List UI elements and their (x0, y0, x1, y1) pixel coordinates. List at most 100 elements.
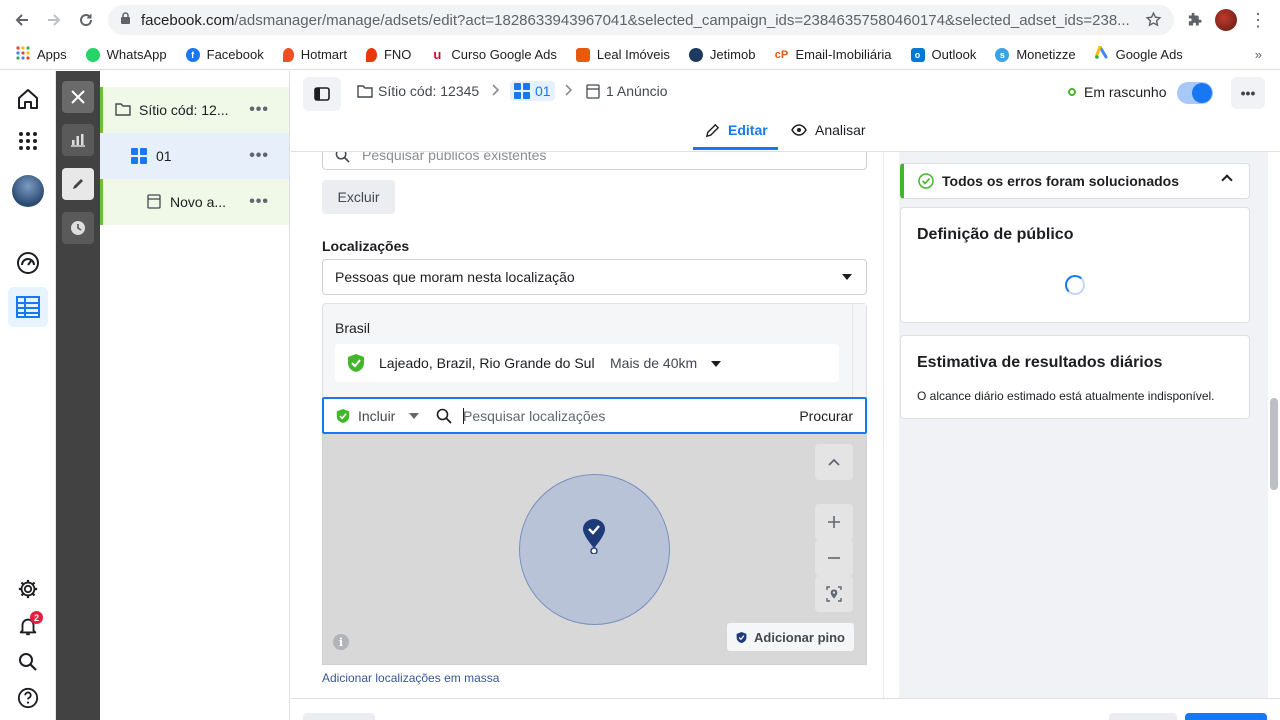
history-clock-icon[interactable] (62, 212, 94, 244)
scrollbar-thumb[interactable] (1270, 398, 1278, 490)
bookmark-fno[interactable]: FNO (365, 47, 411, 62)
zoom-out-icon[interactable] (815, 540, 853, 576)
location-search-bar: Incluir Procurar (322, 397, 867, 434)
leal-icon (575, 47, 590, 62)
breadcrumb-campaign[interactable]: Sítio cód: 12345 (357, 83, 479, 99)
more-options-icon[interactable]: ••• (249, 101, 269, 119)
footer-close-button[interactable] (303, 713, 375, 720)
bookmarks-overflow-icon[interactable]: » (1255, 47, 1262, 62)
extensions-icon[interactable] (1184, 9, 1204, 31)
adset-toggle[interactable] (1177, 82, 1213, 104)
notifications-bell-icon[interactable]: 2 (8, 606, 48, 646)
more-options-icon[interactable]: ••• (249, 147, 269, 165)
daily-estimate-card: Estimativa de resultados diários O alcan… (900, 335, 1250, 419)
active-tab-indicator (693, 147, 778, 150)
back-icon[interactable] (11, 9, 33, 31)
location-chip[interactable]: Lajeado, Brazil, Rio Grande do Sul Mais … (335, 344, 839, 382)
check-circle-icon (918, 173, 934, 189)
chevron-up-icon[interactable] (1221, 174, 1233, 186)
audience-definition-card: Definição de público (900, 207, 1250, 323)
bookmark-hotmart[interactable]: Hotmart (282, 47, 347, 62)
home-icon[interactable] (8, 79, 48, 119)
map-pin-icon[interactable] (582, 518, 606, 557)
search-button[interactable]: Procurar (799, 408, 853, 424)
search-locations-input[interactable] (463, 405, 783, 427)
tree-item-adset[interactable]: 01 ••• (100, 133, 289, 179)
help-icon[interactable] (8, 678, 48, 718)
bookmark-jetimob[interactable]: Jetimob (688, 47, 755, 62)
ad-document-icon (147, 194, 161, 212)
hotmart-icon (282, 47, 294, 62)
bookmark-email-imobiliaria[interactable]: cP Email-Imobiliária (774, 47, 892, 62)
include-dropdown[interactable]: Incluir (336, 408, 395, 424)
forward-icon[interactable] (43, 9, 65, 31)
bookmark-star-icon[interactable] (1145, 11, 1162, 31)
bookmark-whatsapp[interactable]: WhatsApp (85, 47, 167, 62)
footer-back-button[interactable] (1109, 713, 1177, 720)
summary-column: Todos os erros foram solucionados Defini… (899, 152, 1280, 698)
include-label: Incluir (358, 408, 396, 424)
locations-heading: Localizações (322, 238, 410, 254)
bookmark-curso-google-ads[interactable]: u Curso Google Ads (430, 47, 557, 62)
bookmark-google-ads[interactable]: Google Ads (1094, 45, 1183, 63)
info-icon[interactable]: i (333, 634, 349, 650)
zoom-in-icon[interactable] (815, 504, 853, 540)
location-map[interactable]: i Adicionar pino (322, 434, 867, 665)
daily-estimate-description: O alcance diário estimado está atualment… (917, 389, 1215, 403)
toggle-panel-icon[interactable] (303, 77, 341, 111)
location-type-select[interactable]: Pessoas que moram nesta localização (322, 259, 867, 295)
bookmark-monetizze[interactable]: s Monetizze (995, 47, 1076, 62)
bookmark-outlook[interactable]: o Outlook (910, 47, 977, 62)
more-actions-button[interactable]: ••• (1231, 77, 1265, 109)
tree-item-campaign[interactable]: Sítio cód: 12... ••• (100, 87, 289, 133)
bookmark-facebook[interactable]: f Facebook (185, 47, 264, 62)
bookmark-label: Monetizze (1016, 47, 1076, 62)
bookmark-label: Email-Imobiliária (795, 47, 892, 62)
bookmark-apps[interactable]: Apps (16, 46, 67, 63)
chevron-up-icon[interactable] (815, 444, 853, 480)
locations-scrollbar[interactable] (852, 304, 866, 398)
breadcrumb-adset[interactable]: 01 (510, 81, 555, 101)
page-scrollbar[interactable] (1268, 152, 1280, 698)
adset-grid-icon (514, 83, 530, 99)
caret-down-icon[interactable] (409, 413, 419, 419)
profile-avatar[interactable] (1215, 9, 1237, 31)
breadcrumb-ad[interactable]: 1 Anúncio (586, 83, 668, 99)
audience-editor: Pesquisar públicos existentes Excluir Lo… (291, 152, 883, 698)
search-icon[interactable] (8, 642, 48, 682)
ads-manager-table-icon[interactable] (8, 287, 48, 327)
edit-pencil-icon[interactable] (62, 168, 94, 200)
caret-down-icon[interactable] (711, 361, 721, 367)
tab-analyze[interactable]: Analisar (791, 122, 866, 138)
search-existing-audiences-input[interactable]: Pesquisar públicos existentes (322, 152, 867, 170)
reload-icon[interactable] (75, 9, 97, 31)
bookmark-label: Curso Google Ads (451, 47, 557, 62)
errors-resolved-banner[interactable]: Todos os erros foram solucionados (900, 163, 1250, 199)
search-existing-placeholder: Pesquisar públicos existentes (362, 152, 547, 163)
bulk-locations-link[interactable]: Adicionar localizações em massa (322, 671, 499, 685)
exclude-button[interactable]: Excluir (322, 180, 395, 214)
add-pin-button[interactable]: Adicionar pino (727, 623, 854, 651)
address-bar[interactable]: facebook.com/adsmanager/manage/adsets/ed… (108, 5, 1174, 35)
locate-me-icon[interactable] (815, 576, 853, 612)
shield-check-icon (347, 353, 365, 373)
all-tools-grid-icon[interactable] (8, 121, 48, 161)
editor-header: Sítio cód: 12345 01 1 Anúncio Em rascunh… (291, 71, 1280, 152)
account-avatar[interactable] (8, 171, 48, 211)
bookmark-label: Outlook (931, 47, 977, 62)
settings-gear-icon[interactable] (8, 569, 48, 609)
status-dot-icon (1068, 88, 1076, 96)
close-editor-icon[interactable] (62, 81, 94, 113)
bookmark-leal-imoveis[interactable]: Leal Imóveis (575, 47, 670, 62)
chevron-right-icon (492, 83, 500, 99)
dashboard-gauge-icon[interactable] (8, 243, 48, 283)
tree-item-ad[interactable]: Novo a... ••• (100, 179, 289, 225)
browser-menu-icon[interactable]: ⋮ (1249, 9, 1267, 31)
more-options-icon[interactable]: ••• (249, 193, 269, 211)
performance-chart-icon[interactable] (62, 124, 94, 156)
footer-publish-button[interactable] (1185, 713, 1267, 720)
tab-edit[interactable]: Editar (705, 122, 768, 138)
tab-analyze-label: Analisar (815, 122, 866, 138)
search-icon (335, 152, 350, 163)
location-radius[interactable]: Mais de 40km (610, 355, 697, 371)
